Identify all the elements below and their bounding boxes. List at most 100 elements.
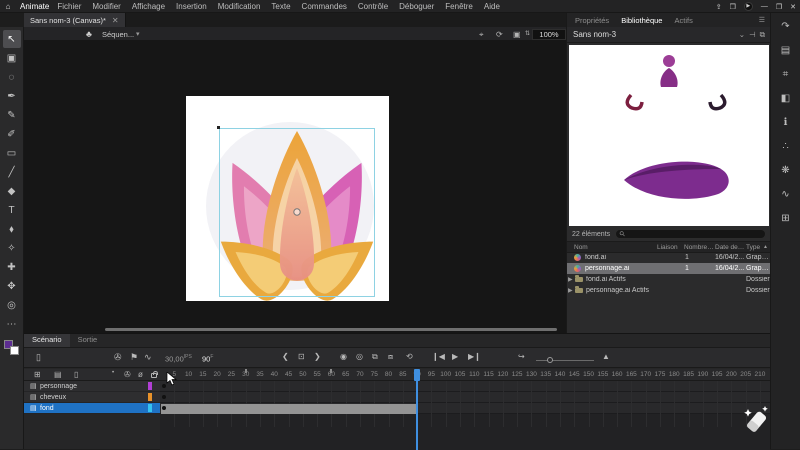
canvas-area[interactable] bbox=[24, 41, 566, 333]
share-icon[interactable]: ⇪ bbox=[716, 3, 722, 11]
col-date[interactable]: Date de mo... bbox=[715, 244, 745, 251]
step-forward-icon[interactable]: ▶❙ bbox=[468, 352, 481, 361]
text-tool[interactable]: T bbox=[3, 201, 21, 219]
chevron-down-icon[interactable]: ⌄ bbox=[739, 30, 745, 39]
zoom-tool[interactable]: ◎ bbox=[3, 296, 21, 314]
delete-layer-icon[interactable]: ▯ bbox=[74, 370, 78, 379]
library-row-personnage-actifs[interactable]: ▶ personnage.ai Actifs Dossier bbox=[567, 285, 771, 296]
selection-bounding-box[interactable] bbox=[219, 128, 375, 297]
camera-icon[interactable]: ✇ bbox=[114, 352, 122, 363]
motion-editor-icon[interactable]: ∿ bbox=[781, 189, 789, 200]
new-layer-icon[interactable]: ⊞ bbox=[34, 370, 41, 379]
menu-texte[interactable]: Texte bbox=[271, 2, 290, 11]
col-nom[interactable]: Nom bbox=[574, 244, 588, 251]
layer-row-fond[interactable]: ▤ fond bbox=[24, 403, 160, 414]
layer-camera-icon[interactable]: ✇ bbox=[124, 370, 131, 379]
menu-déboguer[interactable]: Déboguer bbox=[399, 2, 434, 11]
clip-content-icon[interactable]: ▣ bbox=[513, 30, 521, 39]
components-icon[interactable]: ⊞ bbox=[781, 213, 789, 224]
layer-color-chip[interactable] bbox=[148, 404, 152, 412]
hand-tool[interactable]: ✥ bbox=[3, 277, 21, 295]
horizontal-scrollbar[interactable] bbox=[105, 328, 557, 331]
library-row-fond[interactable]: fond.ai 1 16/04/2... Graphique bbox=[567, 252, 771, 263]
play-icon[interactable]: ▶ bbox=[452, 352, 458, 361]
step-back-icon[interactable]: ❙◀ bbox=[432, 352, 445, 361]
frame-rate-value[interactable]: 30,00IPS bbox=[165, 354, 192, 364]
rectangle-tool[interactable]: ▭ bbox=[3, 144, 21, 162]
col-nombre[interactable]: Nombre d'u... bbox=[684, 244, 714, 251]
selection-handle[interactable] bbox=[217, 126, 220, 129]
pencil-tool[interactable]: ✎ bbox=[3, 106, 21, 124]
chevron-down-icon[interactable]: ▾ bbox=[136, 30, 140, 38]
fill-color-swatch[interactable] bbox=[9, 346, 19, 355]
menu-insertion[interactable]: Insertion bbox=[176, 2, 207, 11]
quick-publish-icon[interactable]: ▶ bbox=[743, 2, 753, 11]
magic-wand-icon[interactable] bbox=[740, 403, 774, 437]
menu-modification[interactable]: Modification bbox=[218, 2, 261, 11]
reset-zoom-icon[interactable]: ↪ bbox=[518, 352, 525, 361]
search-input[interactable] bbox=[628, 230, 761, 238]
restore-button[interactable]: ❐ bbox=[776, 3, 782, 11]
layer-row-cheveux[interactable]: ▤ cheveux bbox=[24, 392, 160, 403]
timeline-zoom-slider[interactable] bbox=[536, 360, 594, 361]
menu-fenêtre[interactable]: Fenêtre bbox=[445, 2, 473, 11]
stage[interactable] bbox=[186, 96, 389, 301]
keyframe-dot[interactable] bbox=[162, 395, 166, 399]
library-search[interactable]: ⚲ bbox=[615, 229, 766, 239]
more-tools[interactable]: ⋯ bbox=[3, 315, 21, 333]
home-icon[interactable]: ⌂ bbox=[0, 2, 16, 11]
ink-bottle-tool[interactable]: ⬧ bbox=[3, 220, 21, 238]
frame-span-icon[interactable]: ⧈ bbox=[388, 352, 393, 362]
col-liaison[interactable]: Liaison bbox=[657, 244, 683, 251]
pen-tool[interactable]: ✒ bbox=[3, 87, 21, 105]
menu-commandes[interactable]: Commandes bbox=[302, 2, 347, 11]
panel-menu-icon[interactable]: ☰ bbox=[759, 16, 765, 24]
keyframe-dot[interactable] bbox=[162, 406, 166, 410]
tab-actifs[interactable]: Actifs bbox=[674, 16, 692, 25]
delete-frame-icon[interactable]: ▯ bbox=[36, 352, 41, 363]
document-tab[interactable]: Sans nom-3 (Canvas)* ✕ bbox=[24, 13, 126, 27]
expand-arrow-icon[interactable]: ▶ bbox=[568, 276, 573, 283]
marker-icon[interactable]: ⚑ bbox=[130, 352, 138, 363]
zoom-level-value[interactable]: 100% bbox=[532, 28, 566, 40]
insert-keyframe-icon[interactable]: ⊡ bbox=[298, 352, 305, 361]
menu-contrôle[interactable]: Contrôle bbox=[358, 2, 388, 11]
library-row-personnage[interactable]: personnage.ai 1 16/04/2... Graphique bbox=[567, 263, 771, 274]
layer-row-personnage[interactable]: ▤ personnage bbox=[24, 381, 160, 392]
pin-library-icon[interactable]: ⊣ bbox=[749, 30, 756, 39]
menu-fichier[interactable]: Fichier bbox=[57, 2, 81, 11]
close-button[interactable]: ✕ bbox=[790, 3, 796, 11]
menu-modifier[interactable]: Modifier bbox=[92, 2, 120, 11]
lasso-tool[interactable]: ◌ bbox=[3, 68, 21, 86]
edit-multiple-frames-icon[interactable]: ⧉ bbox=[372, 352, 378, 362]
menu-aide[interactable]: Aide bbox=[484, 2, 500, 11]
previous-keyframe-icon[interactable]: ❮ bbox=[282, 352, 289, 361]
hide-all-icon[interactable]: ø bbox=[138, 370, 143, 379]
library-document-dropdown[interactable]: Sans nom-3 bbox=[573, 30, 616, 39]
col-type[interactable]: Type bbox=[746, 244, 760, 251]
sort-arrow-icon[interactable]: ▲ bbox=[763, 244, 768, 250]
lock-all-icon[interactable] bbox=[151, 370, 158, 378]
loop-icon[interactable]: ⟲ bbox=[406, 352, 413, 361]
brush-tool[interactable]: ✐ bbox=[3, 125, 21, 143]
workspace-icon[interactable]: ❒ bbox=[730, 3, 736, 11]
next-keyframe-icon[interactable]: ❯ bbox=[314, 352, 321, 361]
tab-sortie[interactable]: Sortie bbox=[70, 334, 106, 347]
paint-bucket-tool[interactable]: ◆ bbox=[3, 182, 21, 200]
frame-row-cheveux[interactable] bbox=[160, 392, 770, 403]
align-icon[interactable]: ▤ bbox=[781, 45, 790, 56]
timeline-zoom-knob[interactable] bbox=[547, 357, 553, 363]
keyframe-dot[interactable] bbox=[162, 384, 166, 388]
menu-affichage[interactable]: Affichage bbox=[132, 2, 165, 11]
new-library-panel-icon[interactable]: ⧉ bbox=[760, 30, 765, 40]
current-frame-value[interactable]: 90F bbox=[202, 354, 213, 364]
playhead-line[interactable] bbox=[416, 369, 419, 450]
transform-icon[interactable]: ⌗ bbox=[783, 69, 789, 80]
scene-dropdown[interactable]: Séquen... bbox=[102, 30, 134, 39]
layer-color-chip[interactable] bbox=[148, 393, 152, 401]
line-tool[interactable]: ╱ bbox=[3, 163, 21, 181]
tab-bibliotheque[interactable]: Bibliothèque bbox=[621, 16, 662, 25]
zoom-large-icon[interactable]: ▲ bbox=[602, 352, 610, 361]
zoom-stepper[interactable]: ⇅ bbox=[525, 30, 530, 37]
fond-frame-span[interactable] bbox=[161, 403, 417, 414]
